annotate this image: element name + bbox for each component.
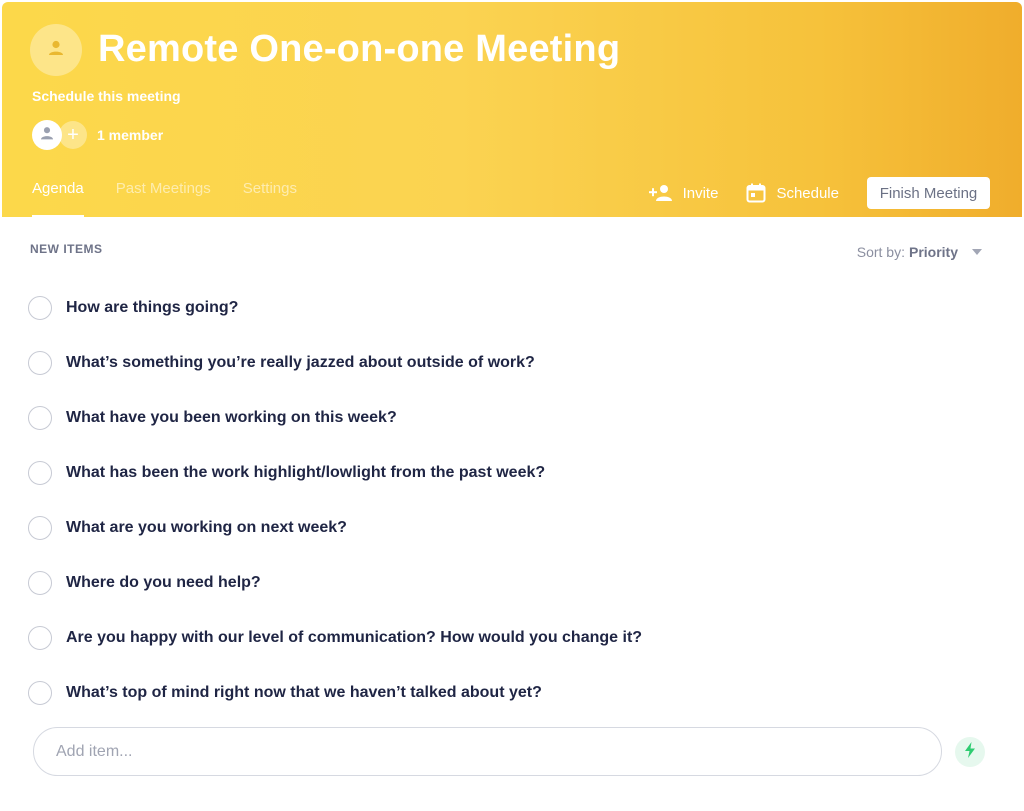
member-count: 1 member <box>97 127 164 143</box>
schedule-meeting-link[interactable]: Schedule this meeting <box>32 88 181 104</box>
item-checkbox[interactable] <box>28 295 52 320</box>
header-actions: Invite Schedule Finish Meeting <box>648 177 990 209</box>
tab-settings[interactable]: Settings <box>243 180 297 218</box>
meeting-avatar[interactable] <box>30 24 82 76</box>
add-person-icon <box>648 184 673 202</box>
agenda-item[interactable]: How are things going? <box>28 280 988 335</box>
agenda-item-text: What’s something you’re really jazzed ab… <box>66 353 535 371</box>
agenda-item-text: How are things going? <box>66 298 239 316</box>
schedule-label: Schedule <box>776 184 839 202</box>
lightning-bolt-icon <box>964 741 976 763</box>
tab-agenda[interactable]: Agenda <box>32 180 84 218</box>
members-row: + 1 member <box>32 120 163 150</box>
sort-value: Priority <box>908 244 958 260</box>
agenda-item[interactable]: What have you been working on this week? <box>28 390 988 445</box>
item-checkbox[interactable] <box>28 515 52 540</box>
agenda-item-text: What have you been working on this week? <box>66 408 397 426</box>
schedule-button[interactable]: Schedule <box>746 183 839 203</box>
agenda-item[interactable]: What’s something you’re really jazzed ab… <box>28 335 988 390</box>
agenda-item[interactable]: What are you working on next week? <box>28 500 988 555</box>
item-checkbox[interactable] <box>28 570 52 595</box>
member-avatar[interactable] <box>32 120 62 150</box>
invite-button[interactable]: Invite <box>648 184 719 202</box>
agenda-item-text: What’s top of mind right now that we hav… <box>66 683 542 701</box>
calendar-icon <box>746 183 766 203</box>
finish-meeting-button[interactable]: Finish Meeting <box>867 177 990 209</box>
agenda-item-text: Are you happy with our level of communic… <box>66 628 643 646</box>
add-member-button[interactable]: + <box>59 121 87 149</box>
chevron-down-icon <box>972 249 982 255</box>
plus-icon: + <box>67 124 79 146</box>
agenda-list: How are things going? What’s something y… <box>28 280 988 720</box>
agenda-item-text: What has been the work highlight/lowligh… <box>66 463 546 481</box>
agenda-item-text: Where do you need help? <box>66 573 261 591</box>
user-icon <box>46 38 66 63</box>
agenda-item[interactable]: What’s top of mind right now that we hav… <box>28 665 988 720</box>
sort-dropdown[interactable]: Sort by: Priority <box>857 244 982 260</box>
meeting-tabs: Agenda Past Meetings Settings <box>32 180 329 218</box>
agenda-item[interactable]: Where do you need help? <box>28 555 988 610</box>
agenda-item[interactable]: What has been the work highlight/lowligh… <box>28 445 988 500</box>
meeting-page: Remote One-on-one Meeting Schedule this … <box>0 0 1024 811</box>
item-checkbox[interactable] <box>28 680 52 705</box>
item-checkbox[interactable] <box>28 350 52 375</box>
agenda-item[interactable]: Are you happy with our level of communic… <box>28 610 988 665</box>
user-icon <box>39 125 55 146</box>
add-item-input[interactable] <box>33 727 942 776</box>
invite-label: Invite <box>682 184 719 202</box>
meeting-header: Remote One-on-one Meeting Schedule this … <box>2 2 1022 218</box>
item-checkbox[interactable] <box>28 405 52 430</box>
tab-past-meetings[interactable]: Past Meetings <box>116 180 211 218</box>
item-checkbox[interactable] <box>28 625 52 650</box>
page-title: Remote One-on-one Meeting <box>98 28 621 70</box>
item-checkbox[interactable] <box>28 460 52 485</box>
section-label-new-items: NEW ITEMS <box>30 242 103 256</box>
sort-prefix: Sort by: <box>856 244 905 260</box>
agenda-item-text: What are you working on next week? <box>66 518 347 536</box>
quick-add-button[interactable] <box>955 737 985 767</box>
